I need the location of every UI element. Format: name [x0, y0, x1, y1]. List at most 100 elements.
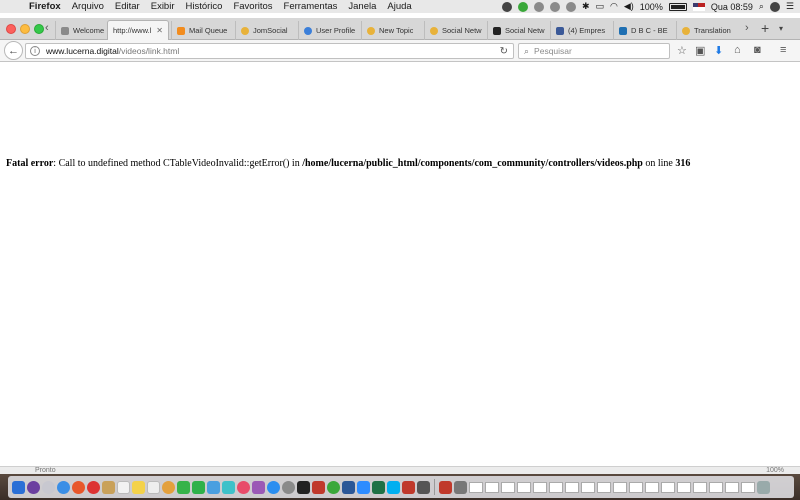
utility-app-icon[interactable] [417, 480, 430, 494]
home-icon[interactable]: ⌂ [734, 44, 741, 56]
url-text[interactable]: www.lucerna.digital/videos/link.html [46, 46, 179, 56]
tab-dbc[interactable]: D B C - BE [613, 21, 675, 40]
menu-firefox[interactable]: Firefox [29, 1, 61, 12]
menu-exibir[interactable]: Exibir [151, 1, 175, 12]
system-preferences-icon[interactable] [282, 480, 295, 494]
reload-icon[interactable]: ↻ [500, 46, 508, 57]
tab-close-icon[interactable]: ✕ [156, 26, 163, 35]
hamburger-menu-icon[interactable]: ≡ [780, 44, 786, 56]
wifi-icon[interactable]: ◠ [610, 1, 618, 12]
menu-clock[interactable]: Qua 08:59 [711, 2, 753, 12]
tab-social-network-1[interactable]: Social Netw [424, 21, 486, 40]
minimized-window-thumbnail[interactable] [741, 481, 755, 493]
document-icon[interactable] [454, 480, 467, 494]
minimized-window-thumbnail[interactable] [709, 481, 723, 493]
skype-icon[interactable] [387, 480, 400, 494]
url-bar[interactable]: i www.lucerna.digital/videos/link.html ↻ [25, 43, 514, 59]
minimized-window-thumbnail[interactable] [661, 481, 675, 493]
pdf-app-icon[interactable] [402, 480, 415, 494]
window-minimize-button[interactable] [20, 24, 30, 34]
notification-center-icon[interactable]: ☰ [786, 1, 794, 12]
pocket-icon[interactable]: ◙ [754, 44, 761, 56]
chrome-icon[interactable] [87, 480, 100, 494]
download-icon[interactable]: ⬇ [714, 44, 723, 57]
menu-ferramentas[interactable]: Ferramentas [284, 1, 338, 12]
siri-icon[interactable] [27, 480, 40, 494]
mail-icon[interactable] [207, 480, 220, 494]
tab-jomsocial[interactable]: JomSocial [235, 21, 297, 40]
facetime-icon[interactable] [192, 480, 205, 494]
tab-user-profile[interactable]: User Profile [298, 21, 360, 40]
window-close-button[interactable] [6, 24, 16, 34]
menu-editar[interactable]: Editar [115, 1, 140, 12]
minimized-window-thumbnail[interactable] [645, 481, 659, 493]
chevron-down-icon[interactable]: ▾ [779, 24, 783, 33]
minimized-window-thumbnail[interactable] [693, 481, 707, 493]
compass-icon[interactable] [533, 1, 544, 12]
menu-arquivo[interactable]: Arquivo [72, 1, 104, 12]
spotlight-search-icon[interactable]: ⌕ [759, 1, 764, 12]
photos-icon[interactable] [162, 480, 175, 494]
finder-icon[interactable] [12, 480, 25, 494]
warning-icon[interactable] [549, 1, 560, 12]
zoom-icon[interactable] [357, 480, 370, 494]
app-store-icon[interactable] [267, 480, 280, 494]
minimized-window-thumbnail[interactable] [565, 481, 579, 493]
cloud-app-icon[interactable] [501, 1, 512, 12]
minimized-window-thumbnail[interactable] [469, 481, 483, 493]
back-button[interactable]: ← [4, 41, 23, 60]
pdf-document-icon[interactable] [439, 480, 452, 494]
trash-icon[interactable] [757, 480, 770, 494]
qbittorrent-icon[interactable] [327, 480, 340, 494]
contacts-icon[interactable] [102, 480, 115, 494]
minimized-window-thumbnail[interactable] [533, 481, 547, 493]
minimized-window-thumbnail[interactable] [501, 481, 515, 493]
excel-icon[interactable] [372, 480, 385, 494]
user-avatar-icon[interactable] [769, 1, 780, 12]
minimized-window-thumbnail[interactable] [549, 481, 563, 493]
search-input[interactable]: ⌕ Pesquisar [518, 43, 670, 59]
minimized-window-thumbnail[interactable] [517, 481, 531, 493]
new-tab-button[interactable]: + [761, 20, 769, 36]
menu-janela[interactable]: Janela [348, 1, 376, 12]
bookmark-star-icon[interactable]: ☆ [677, 44, 687, 57]
info-icon[interactable]: i [30, 46, 40, 56]
volume-icon[interactable]: ◀) [624, 1, 634, 12]
itunes-icon[interactable] [237, 480, 250, 494]
tab-facebook[interactable]: (4) Empres [550, 21, 612, 40]
calendar-icon[interactable] [117, 480, 130, 494]
tab-scroll-left-icon[interactable]: ‹ [45, 22, 49, 34]
menu-ajuda[interactable]: Ajuda [387, 1, 411, 12]
battery-percent[interactable]: 100% [640, 2, 663, 12]
tab-new-topic[interactable]: New Topic [361, 21, 423, 40]
word-icon[interactable] [342, 480, 355, 494]
timer-icon[interactable] [565, 1, 576, 12]
minimized-window-thumbnail[interactable] [629, 481, 643, 493]
menu-historico[interactable]: Histórico [186, 1, 223, 12]
tab-translation[interactable]: Translation [676, 21, 738, 40]
airplay-icon[interactable]: ▭ [596, 1, 605, 12]
reminders-icon[interactable] [147, 480, 160, 494]
maps-icon[interactable] [222, 480, 235, 494]
minimized-window-thumbnail[interactable] [597, 481, 611, 493]
tab-welcome[interactable]: Welcome t [55, 21, 105, 40]
messages-icon[interactable] [177, 480, 190, 494]
acrobat-icon[interactable] [312, 480, 325, 494]
terminal-icon[interactable] [297, 480, 310, 494]
tab-mail-queue[interactable]: Mail Queue [171, 21, 233, 40]
reading-list-icon[interactable]: ▣ [695, 44, 705, 57]
tab-scroll-right-icon[interactable]: › [745, 22, 749, 34]
window-zoom-button[interactable] [34, 24, 44, 34]
minimized-window-thumbnail[interactable] [725, 481, 739, 493]
minimized-window-thumbnail[interactable] [485, 481, 499, 493]
qbittorrent-icon[interactable] [517, 1, 528, 12]
battery-icon[interactable] [668, 2, 687, 11]
tab-current-page[interactable]: http://www.l ✕ [107, 20, 169, 40]
minimized-window-thumbnail[interactable] [581, 481, 595, 493]
notes-icon[interactable] [132, 480, 145, 494]
minimized-window-thumbnail[interactable] [613, 481, 627, 493]
input-source-flag-icon[interactable] [692, 2, 705, 11]
firefox-icon[interactable] [72, 480, 85, 494]
launchpad-icon[interactable] [42, 480, 55, 494]
safari-icon[interactable] [57, 480, 70, 494]
